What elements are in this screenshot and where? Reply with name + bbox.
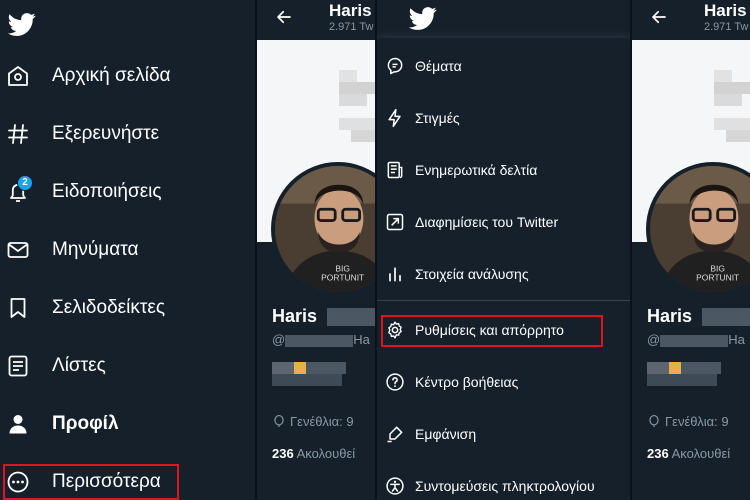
following-count[interactable]: 236 Ακολουθεί xyxy=(272,446,355,461)
nav-bookmarks[interactable]: Σελιδοδείκτες xyxy=(0,285,255,331)
menu-item-moments-label: Στιγμές xyxy=(415,110,460,126)
back-arrow-icon[interactable] xyxy=(275,8,293,26)
profile-header: Haris 2.971 Tw xyxy=(257,0,375,40)
profile-header-name: Haris xyxy=(704,1,747,20)
profile-panel: Haris 2.971 Tw BIG PORTUNIT Haris @Ha Γ xyxy=(257,0,375,500)
menu-item-keyboard-shortcuts[interactable]: Συντομεύσεις πληκτρολογίου xyxy=(377,460,630,500)
twitter-logo-icon[interactable] xyxy=(409,4,437,32)
shirt-text-2: PORTUNIT xyxy=(696,273,739,283)
nav-notifications[interactable]: 2 Ειδοποιήσεις xyxy=(0,169,255,215)
more-menu-panel: Θέματα Στιγμές Ενημερωτικά δελτία Διαφημ… xyxy=(377,0,630,500)
nav-explore[interactable]: Εξερευνήστε xyxy=(0,111,255,157)
nav-profile-label: Προφίλ xyxy=(52,413,119,434)
person-icon xyxy=(9,415,27,434)
nav-home[interactable]: Αρχική σελίδα xyxy=(0,53,255,99)
bookmark-icon xyxy=(10,298,26,318)
topics-icon xyxy=(387,57,403,75)
lightning-icon xyxy=(388,108,401,128)
nav-messages[interactable]: Μηνύματα xyxy=(0,227,255,273)
nav-lists[interactable]: Λίστες xyxy=(0,343,255,389)
help-icon xyxy=(386,373,404,391)
menu-item-moments[interactable]: Στιγμές xyxy=(377,92,630,144)
nav-bookmarks-label: Σελιδοδείκτες xyxy=(52,297,165,318)
back-arrow-icon[interactable] xyxy=(650,8,668,26)
hashtag-icon xyxy=(8,124,28,144)
list-icon xyxy=(8,355,28,377)
profile-handle: @ Ha xyxy=(647,332,745,347)
menu-item-help-center-label: Κέντρο βοήθειας xyxy=(415,374,519,390)
birthday-line: Γενέθλια: 9 xyxy=(272,414,354,429)
home-icon xyxy=(8,66,28,86)
profile-header-name: Haris xyxy=(329,1,372,20)
profile-panel-2: Haris 2.971 Tw BIG PORTUNIT Haris @Ha Γ xyxy=(632,0,750,500)
redacted-block xyxy=(702,308,750,326)
nav-lists-label: Λίστες xyxy=(52,355,106,376)
menu-separator xyxy=(377,300,630,301)
analytics-icon xyxy=(389,267,401,282)
notification-badge: 2 xyxy=(17,175,33,191)
shirt-text-2: PORTUNIT xyxy=(321,273,364,283)
balloon-icon xyxy=(649,414,659,427)
tweet-count: 2.971 Tw xyxy=(704,21,749,33)
more-highlight-box xyxy=(3,464,179,500)
menu-item-analytics-label: Στοιχεία ανάλυσης xyxy=(415,266,529,282)
nav-explore-label: Εξερευνήστε xyxy=(52,123,160,144)
appearance-icon xyxy=(387,426,403,443)
menu-item-topics[interactable]: Θέματα xyxy=(377,40,630,92)
profile-header: Haris 2.971 Tw xyxy=(632,0,750,40)
menu-item-twitter-ads[interactable]: Διαφημίσεις του Twitter xyxy=(377,196,630,248)
menu-item-newsletters[interactable]: Ενημερωτικά δελτία xyxy=(377,144,630,196)
nav-notifications-label: Ειδοποιήσεις xyxy=(52,181,162,202)
tweet-count: 2.971 Tw xyxy=(329,21,374,33)
profile-name: Haris xyxy=(647,306,693,326)
menu-item-display-label: Εμφάνιση xyxy=(415,426,477,442)
newsletter-icon xyxy=(387,161,403,179)
profile-name: Haris xyxy=(272,306,318,326)
ads-arrow-icon xyxy=(386,213,404,231)
menu-item-analytics[interactable]: Στοιχεία ανάλυσης xyxy=(377,248,630,300)
profile-handle: @ Ha xyxy=(272,332,370,347)
balloon-icon xyxy=(274,414,284,427)
menu-item-keyboard-shortcuts-label: Συντομεύσεις πληκτρολογίου xyxy=(415,478,595,494)
accessibility-icon xyxy=(386,477,404,495)
sidebar-panel: Αρχική σελίδα Εξερευνήστε 2 Ειδοποιήσεις… xyxy=(0,0,255,500)
nav-messages-label: Μηνύματα xyxy=(52,239,139,260)
settings-highlight-box xyxy=(381,315,603,347)
nav-home-label: Αρχική σελίδα xyxy=(52,65,171,86)
redacted-block xyxy=(327,308,375,326)
menu-item-help-center[interactable]: Κέντρο βοήθειας xyxy=(377,356,630,408)
envelope-icon xyxy=(7,242,29,258)
twitter-logo-icon[interactable] xyxy=(8,10,36,38)
more-menu: Θέματα Στιγμές Ενημερωτικά δελτία Διαφημ… xyxy=(377,38,630,500)
menu-item-newsletters-label: Ενημερωτικά δελτία xyxy=(415,162,538,178)
menu-item-display[interactable]: Εμφάνιση xyxy=(377,408,630,460)
menu-item-topics-label: Θέματα xyxy=(415,58,462,74)
birthday-line: Γενέθλια: 9 xyxy=(647,414,729,429)
menu-item-twitter-ads-label: Διαφημίσεις του Twitter xyxy=(415,214,559,230)
nav-profile[interactable]: Προφίλ xyxy=(0,401,255,447)
following-count[interactable]: 236 Ακολουθεί xyxy=(647,446,730,461)
